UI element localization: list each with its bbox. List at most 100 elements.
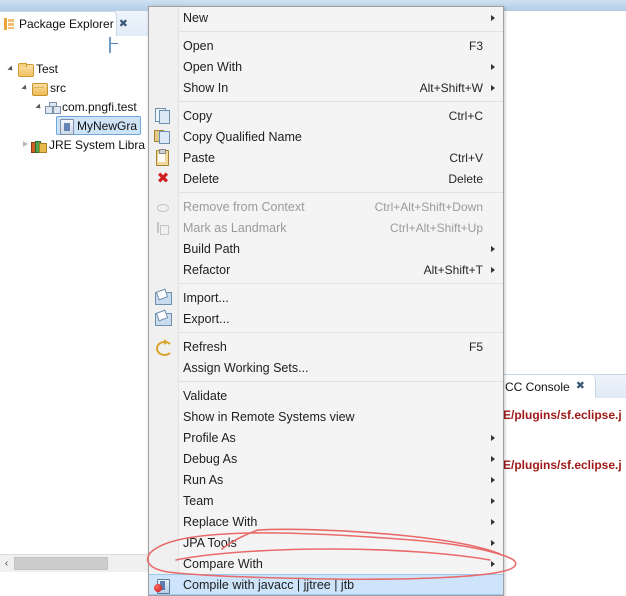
source-folder-icon [31, 80, 48, 96]
menu-item-label: Copy Qualified Name [183, 129, 302, 144]
menu-item-delete[interactable]: ✖ Delete Delete [149, 168, 503, 189]
submenu-arrow-icon [491, 267, 495, 273]
paste-icon [154, 149, 172, 166]
tree-selection[interactable]: MyNewGra [56, 116, 142, 135]
submenu-arrow-icon [491, 246, 495, 252]
menu-item-export[interactable]: Export... [149, 308, 503, 329]
menu-item-label: Refresh [183, 339, 227, 354]
expand-arrow-icon[interactable] [7, 59, 17, 78]
console-tab-row: CC Console ✖ [500, 374, 626, 398]
menu-item-run-as[interactable]: Run As [149, 469, 503, 490]
package-explorer-toolbar [109, 37, 146, 56]
menu-item-shortcut: Ctrl+V [449, 150, 483, 165]
menu-item-label: Show in Remote Systems view [183, 409, 355, 424]
menu-item-label: Copy [183, 108, 213, 123]
menu-item-shortcut: F3 [468, 38, 483, 53]
menu-item-replace-with[interactable]: Replace With [149, 511, 503, 532]
submenu-arrow-icon [491, 519, 495, 525]
menu-item-label: Paste [183, 150, 215, 165]
menu-item-label: Delete [183, 171, 220, 186]
tree-item-src[interactable]: src [0, 78, 148, 97]
menu-item-build-path[interactable]: Build Path [149, 238, 503, 259]
context-menu[interactable]: New Open F3 Open With Show In Alt+Shift+… [148, 6, 504, 596]
submenu-arrow-icon [491, 456, 495, 462]
menu-item-shortcut: Alt+Shift+T [423, 262, 483, 277]
tab-package-explorer[interactable]: Package Explorer ✖ [0, 11, 128, 36]
java-project-icon [17, 61, 34, 77]
menu-item-import[interactable]: Import... [149, 287, 503, 308]
import-icon [154, 288, 172, 306]
menu-item-team[interactable]: Team [149, 490, 503, 511]
tree-item-label: src [50, 80, 66, 95]
close-icon[interactable]: ✖ [119, 18, 128, 30]
menu-item-debug-as[interactable]: Debug As [149, 448, 503, 469]
menu-item-shortcut: Ctrl+Alt+Shift+Up [389, 220, 483, 235]
menu-item-compare-with[interactable]: Compare With [149, 553, 503, 574]
menu-item-open-with[interactable]: Open With [149, 56, 503, 77]
menu-item-remove-from-context: Remove from Context Ctrl+Alt+Shift+Down [149, 196, 503, 217]
submenu-arrow-icon [491, 64, 495, 70]
collapse-all-icon[interactable] [109, 37, 126, 55]
menu-item-new[interactable]: New [149, 7, 503, 28]
menu-item-compile-with-javacc[interactable]: Compile with javacc | jjtree | jtb [149, 574, 503, 595]
javacc-compile-icon [154, 577, 172, 594]
scroll-left-icon[interactable]: ‹ [0, 558, 13, 569]
package-explorer-horizontal-scrollbar[interactable]: ‹ [0, 554, 148, 572]
submenu-arrow-icon [491, 477, 495, 483]
menu-item-show-in[interactable]: Show In Alt+Shift+W [149, 77, 503, 98]
menu-item-label: Open [183, 38, 214, 53]
menu-separator [178, 283, 503, 284]
submenu-arrow-icon [491, 561, 495, 567]
console-output-line: E/plugins/sf.eclipse.j [503, 408, 622, 422]
tree-item-jre-system-library[interactable]: JRE System Libra [0, 135, 148, 154]
menu-item-validate[interactable]: Validate [149, 385, 503, 406]
menu-item-label: Show In [183, 80, 229, 95]
menu-item-label: Profile As [183, 430, 236, 445]
tab-label: Package Explorer [19, 17, 114, 31]
menu-item-assign-working-sets[interactable]: Assign Working Sets... [149, 357, 503, 378]
menu-item-show-in-remote-systems-view[interactable]: Show in Remote Systems view [149, 406, 503, 427]
menu-item-label: Remove from Context [183, 199, 305, 214]
console-view: CC Console ✖ E/plugins/sf.eclipse.j E/pl… [500, 374, 626, 587]
tree-item-test[interactable]: Test [0, 59, 148, 78]
submenu-arrow-icon [491, 435, 495, 441]
package-explorer-icon [4, 18, 15, 30]
menu-item-refresh[interactable]: Refresh F5 [149, 336, 503, 357]
tree-item-mynewgrammar[interactable]: MyNewGra [0, 116, 148, 135]
menu-separator [178, 101, 503, 102]
expand-arrow-icon[interactable] [21, 78, 31, 97]
menu-separator [178, 381, 503, 382]
menu-item-label: Replace With [183, 514, 258, 529]
delete-icon: ✖ [156, 169, 170, 187]
tree-item-label: JRE System Libra [49, 137, 146, 152]
menu-item-copy-qualified-name[interactable]: Copy Qualified Name [149, 126, 503, 147]
menu-item-label: Open With [183, 59, 243, 74]
copy-qualified-name-icon [154, 128, 172, 145]
menu-item-copy[interactable]: Copy Ctrl+C [149, 105, 503, 126]
collapse-arrow-icon[interactable] [21, 135, 31, 154]
console-output-line: E/plugins/sf.eclipse.j [503, 458, 622, 472]
menu-item-jpa-tools[interactable]: JPA Tools [149, 532, 503, 553]
menu-item-paste[interactable]: Paste Ctrl+V [149, 147, 503, 168]
package-explorer-tab-row: Package Explorer ✖ [0, 11, 148, 36]
package-explorer-view: Package Explorer ✖ Test src com.pngfi.te… [0, 11, 148, 554]
tree-item-package[interactable]: com.pngfi.test [0, 97, 148, 116]
menu-item-label: Validate [183, 388, 228, 403]
menu-item-mark-as-landmark: Mark as Landmark Ctrl+Alt+Shift+Up [149, 217, 503, 238]
jre-library-icon [31, 140, 47, 153]
scrollbar-thumb[interactable] [14, 557, 108, 570]
menu-item-open[interactable]: Open F3 [149, 35, 503, 56]
close-icon[interactable]: ✖ [576, 381, 585, 392]
link-with-editor-icon[interactable] [129, 38, 146, 55]
tab-cc-console[interactable]: CC Console ✖ [500, 375, 596, 398]
expand-arrow-icon[interactable] [35, 97, 45, 116]
submenu-arrow-icon [491, 85, 495, 91]
tree-item-label: com.pngfi.test [62, 99, 137, 114]
menu-item-label: Refactor [183, 262, 231, 277]
refresh-icon [154, 338, 173, 356]
remove-from-context-icon [154, 198, 172, 215]
menu-item-label: Run As [183, 472, 224, 487]
menu-item-refactor[interactable]: Refactor Alt+Shift+T [149, 259, 503, 280]
menu-item-profile-as[interactable]: Profile As [149, 427, 503, 448]
menu-item-shortcut: Alt+Shift+W [419, 80, 483, 95]
